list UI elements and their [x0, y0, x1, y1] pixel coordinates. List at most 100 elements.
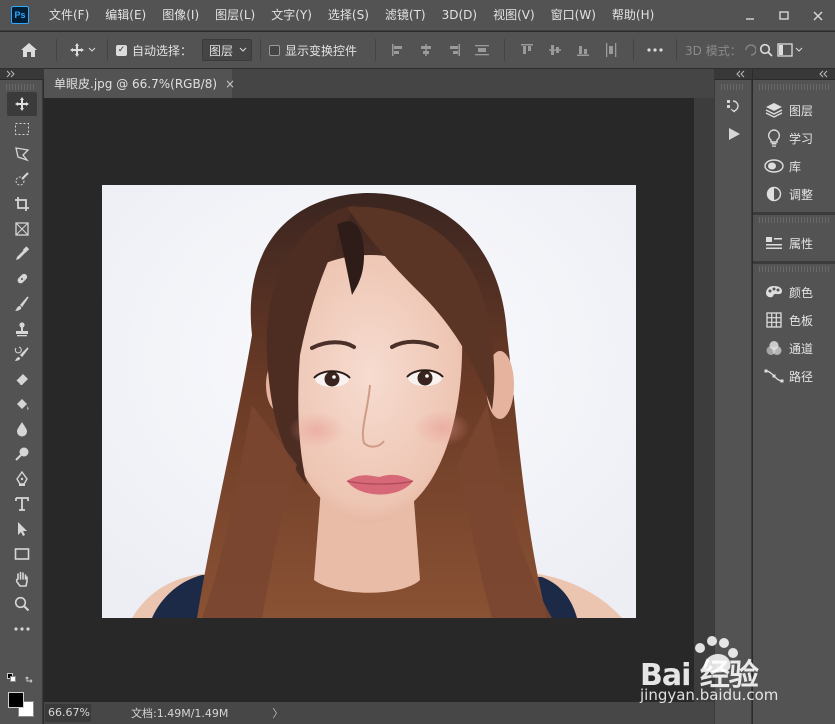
minimize-button[interactable] — [733, 0, 767, 31]
menu-image[interactable]: 图像(I) — [154, 0, 207, 31]
move-tool[interactable] — [7, 92, 37, 116]
menu-file[interactable]: 文件(F) — [41, 0, 97, 31]
menu-layer[interactable]: 图层(L) — [207, 0, 263, 31]
paint-bucket-tool[interactable] — [7, 392, 37, 416]
edit-toolbar-button[interactable] — [7, 617, 37, 641]
crop-icon — [15, 197, 29, 211]
clone-stamp-tool[interactable] — [7, 317, 37, 341]
close-tab-button[interactable]: × — [225, 77, 235, 91]
divider — [633, 39, 635, 61]
double-chevron-left-icon — [736, 70, 745, 78]
panel-dock-collapse-strip[interactable] — [753, 69, 835, 79]
align-vcenter-button[interactable] — [541, 38, 569, 62]
history-icon — [727, 100, 739, 113]
swap-colors-icon[interactable] — [25, 673, 35, 683]
history-brush-tool[interactable] — [7, 342, 37, 366]
panel-swatches[interactable]: 色板 — [753, 306, 835, 334]
actions-panel-button[interactable] — [715, 120, 753, 148]
double-chevron-right-icon — [6, 70, 15, 78]
double-chevron-left-icon — [819, 70, 828, 78]
panel-label: 学习 — [789, 131, 814, 146]
menu-type[interactable]: 文字(Y) — [263, 0, 320, 31]
status-menu-arrow[interactable]: 〉 — [272, 705, 283, 721]
menu-3d[interactable]: 3D(D) — [434, 0, 485, 31]
panel-libraries[interactable]: 库 — [753, 152, 835, 180]
panel-layers[interactable]: 图层 — [753, 96, 835, 124]
zoom-tool[interactable] — [7, 592, 37, 616]
channels-icon — [763, 339, 785, 357]
brush-tool[interactable] — [7, 292, 37, 316]
panel-learn[interactable]: 学习 — [753, 124, 835, 152]
home-button[interactable] — [10, 42, 48, 58]
color-swatch-controls — [6, 673, 38, 685]
distribute-horizontal-button[interactable] — [597, 38, 625, 62]
move-tool-preset[interactable] — [65, 42, 99, 58]
align-hcenter-button[interactable] — [412, 38, 440, 62]
workspace-button[interactable] — [776, 43, 804, 57]
maximize-button[interactable] — [767, 0, 801, 31]
menu-edit[interactable]: 编辑(E) — [97, 0, 154, 31]
divider — [107, 39, 108, 61]
type-tool[interactable] — [7, 492, 37, 516]
panel-channels[interactable]: 通道 — [753, 334, 835, 362]
lasso-tool[interactable] — [7, 142, 37, 166]
align-left-button[interactable] — [384, 38, 412, 62]
healing-brush-tool[interactable] — [7, 267, 37, 291]
history-panel-button[interactable] — [715, 92, 753, 120]
crop-tool[interactable] — [7, 192, 37, 216]
workspace-icon — [777, 43, 793, 57]
frame-tool[interactable] — [7, 217, 37, 241]
pen-tool[interactable] — [7, 467, 37, 491]
chevron-down-icon — [239, 47, 247, 52]
vertical-scrollbar[interactable] — [694, 98, 714, 702]
dodge-tool[interactable] — [7, 442, 37, 466]
3d-mode-label: 3D 模式： — [685, 43, 742, 58]
document-tab[interactable]: 单眼皮.jpg @ 66.7%(RGB/8) × — [44, 69, 235, 98]
align-bottom-button[interactable] — [569, 38, 597, 62]
blur-tool[interactable] — [7, 417, 37, 441]
divider — [504, 39, 506, 61]
document-image[interactable] — [102, 185, 636, 618]
paths-icon — [763, 367, 785, 385]
more-icon — [14, 627, 30, 631]
path-selection-tool[interactable] — [7, 517, 37, 541]
panel-properties[interactable]: 属性 — [753, 229, 835, 257]
hand-tool[interactable] — [7, 567, 37, 591]
panel-adjustments[interactable]: 调整 — [753, 180, 835, 208]
default-colors-icon[interactable] — [7, 673, 17, 683]
panel-group-layers: 图层 学习 库 调整 — [753, 92, 835, 215]
align-right-button[interactable] — [440, 38, 468, 62]
panel-paths[interactable]: 路径 — [753, 362, 835, 390]
show-transform-checkbox[interactable] — [269, 44, 281, 56]
menu-window[interactable]: 窗口(W) — [543, 0, 604, 31]
eraser-tool[interactable] — [7, 367, 37, 391]
properties-icon — [763, 234, 785, 252]
marquee-tool[interactable] — [7, 117, 37, 141]
menu-filter[interactable]: 滤镜(T) — [377, 0, 434, 31]
eyedropper-tool[interactable] — [7, 242, 37, 266]
menu-help[interactable]: 帮助(H) — [604, 0, 662, 31]
rectangular-marquee-icon — [15, 123, 29, 135]
type-icon — [15, 497, 29, 511]
distribute-horizontal-icon — [606, 43, 617, 57]
auto-select-checkbox[interactable]: ✓ — [116, 44, 127, 56]
foreground-color-swatch[interactable] — [8, 692, 24, 708]
panel-grip — [759, 217, 829, 223]
auto-select-target-dropdown[interactable]: 图层 — [202, 39, 253, 61]
toolbar-collapse-strip[interactable] — [0, 69, 44, 79]
zoom-level-field[interactable]: 66.67% — [45, 704, 91, 722]
history-brush-icon — [14, 346, 29, 361]
distribute-vertical-button[interactable] — [468, 38, 496, 62]
more-options-button[interactable] — [642, 38, 668, 62]
rectangle-tool[interactable] — [7, 542, 37, 566]
quick-selection-tool[interactable] — [7, 167, 37, 191]
swatches-icon — [763, 311, 785, 329]
align-top-button[interactable] — [513, 38, 541, 62]
panel-color[interactable]: 颜色 — [753, 278, 835, 306]
search-button[interactable] — [756, 43, 776, 57]
icon-dock-collapse-strip[interactable] — [714, 69, 752, 79]
close-window-button[interactable] — [801, 0, 835, 31]
menu-select[interactable]: 选择(S) — [320, 0, 377, 31]
arrow-pointer-icon — [18, 522, 27, 536]
menu-view[interactable]: 视图(V) — [485, 0, 543, 31]
